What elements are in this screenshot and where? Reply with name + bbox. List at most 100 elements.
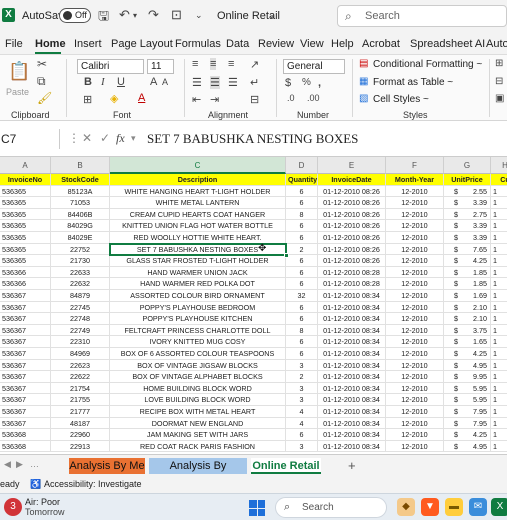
quantity-cell[interactable]: 3: [286, 359, 318, 372]
decrease-indent-icon[interactable]: ⇤: [192, 93, 201, 106]
customer-cell[interactable]: 1: [491, 302, 507, 314]
unit-price-cell[interactable]: $1.65: [444, 336, 491, 348]
invoice-date-cell[interactable]: 01-12-2010 08:34: [318, 371, 386, 383]
description-cell[interactable]: RECIPE BOX WITH METAL HEART: [110, 406, 286, 418]
quantity-cell[interactable]: 3: [286, 382, 318, 395]
description-cell[interactable]: HAND WARMER UNION JACK: [110, 266, 286, 279]
excel-taskbar-icon[interactable]: X: [491, 498, 507, 516]
conditional-formatting-button[interactable]: ▤ Conditional Formatting ~: [359, 58, 499, 73]
sheet-tab-analysis-by-chatgpt[interactable]: Analysis By Chatgpt: [149, 458, 247, 488]
month-year-cell[interactable]: 12-2010: [386, 243, 444, 256]
unit-price-cell[interactable]: $4.25: [444, 255, 491, 267]
month-year-cell[interactable]: 12-2010: [386, 313, 444, 325]
align-middle-icon[interactable]: ≡: [210, 58, 217, 70]
invoice-no-cell[interactable]: 536365: [0, 197, 51, 209]
invoice-no-cell[interactable]: 536365: [0, 255, 51, 267]
underline-icon[interactable]: U: [117, 76, 125, 88]
month-year-cell[interactable]: 12-2010: [386, 290, 444, 302]
customer-cell[interactable]: 1: [491, 418, 507, 430]
description-cell[interactable]: RED COAT RACK PARIS FASHION: [110, 440, 286, 453]
tab-automate[interactable]: Autom: [486, 38, 507, 50]
quantity-cell[interactable]: 6: [286, 313, 318, 325]
month-year-cell[interactable]: 12-2010: [386, 440, 444, 453]
invoice-date-cell[interactable]: 01-12-2010 08:34: [318, 440, 386, 453]
name-box[interactable]: C7: [0, 129, 60, 149]
header-cell[interactable]: Quantity: [286, 174, 318, 186]
invoice-date-cell[interactable]: 01-12-2010 08:28: [318, 278, 386, 290]
invoice-date-cell[interactable]: 01-12-2010 08:34: [318, 324, 386, 337]
column-header-d[interactable]: D: [286, 157, 318, 174]
unit-price-cell[interactable]: $7.95: [444, 417, 491, 430]
unit-price-cell[interactable]: $3.39: [444, 220, 491, 232]
unit-price-cell[interactable]: $1.69: [444, 290, 491, 302]
month-year-cell[interactable]: 12-2010: [386, 371, 444, 383]
description-cell[interactable]: DOORMAT NEW ENGLAND: [110, 417, 286, 430]
quantity-cell[interactable]: 6: [286, 278, 318, 290]
invoice-date-cell[interactable]: 01-12-2010 08:34: [318, 336, 386, 348]
fill-color-icon[interactable]: ◈: [110, 92, 118, 105]
invoice-no-cell[interactable]: 536367: [0, 417, 51, 430]
customer-cell[interactable]: 1: [491, 255, 507, 267]
invoice-no-cell[interactable]: 536365: [0, 243, 51, 256]
customer-cell[interactable]: 1: [491, 348, 507, 360]
invoice-no-cell[interactable]: 536368: [0, 440, 51, 453]
tab-formulas[interactable]: Formulas: [175, 38, 221, 50]
unit-price-cell[interactable]: $1.85: [444, 278, 491, 290]
quantity-cell[interactable]: 32: [286, 290, 318, 302]
font-size-dropdown[interactable]: 11: [147, 59, 174, 74]
invoice-no-cell[interactable]: 536365: [0, 185, 51, 198]
stock-code-cell[interactable]: 71053: [51, 197, 110, 209]
font-color-icon[interactable]: A: [138, 92, 145, 104]
customer-cell[interactable]: 1: [491, 325, 507, 337]
brave-browser-icon[interactable]: ▼: [421, 498, 439, 516]
month-year-cell[interactable]: 12-2010: [386, 301, 444, 314]
column-header-g[interactable]: G: [444, 157, 491, 174]
month-year-cell[interactable]: 12-2010: [386, 429, 444, 441]
bold-icon[interactable]: B: [84, 76, 92, 88]
header-cell[interactable]: Cu: [491, 174, 507, 186]
customer-cell[interactable]: 1: [491, 290, 507, 302]
unit-price-cell[interactable]: $5.95: [444, 394, 491, 406]
description-cell[interactable]: POPPY'S PLAYHOUSE BEDROOM: [110, 301, 286, 314]
customer-cell[interactable]: 1: [491, 429, 507, 441]
invoice-no-cell[interactable]: 536367: [0, 406, 51, 418]
description-cell[interactable]: BOX OF 6 ASSORTED COLOUR TEASPOONS: [110, 348, 286, 360]
weather-alert-icon[interactable]: 3: [4, 498, 22, 516]
month-year-cell[interactable]: 12-2010: [386, 348, 444, 360]
fx-dropdown-icon[interactable]: ▾: [131, 133, 136, 144]
description-cell[interactable]: BOX OF VINTAGE ALPHABET BLOCKS: [110, 371, 286, 383]
unit-price-cell[interactable]: $2.55: [444, 185, 491, 198]
customize-toolbar-icon[interactable]: ⌄: [195, 10, 203, 21]
description-cell[interactable]: BOX OF VINTAGE JIGSAW BLOCKS: [110, 359, 286, 372]
month-year-cell[interactable]: 12-2010: [386, 185, 444, 198]
customer-cell[interactable]: 1: [491, 278, 507, 290]
stock-code-cell[interactable]: 22622: [51, 371, 110, 383]
invoice-date-cell[interactable]: 01-12-2010 08:34: [318, 394, 386, 406]
tab-home[interactable]: Home: [35, 38, 66, 50]
quantity-cell[interactable]: 6: [286, 348, 318, 360]
invoice-date-cell[interactable]: 01-12-2010 08:34: [318, 313, 386, 325]
description-cell[interactable]: HOME BUILDING BLOCK WORD: [110, 382, 286, 395]
header-cell[interactable]: Month-Year: [386, 174, 444, 186]
invoice-date-cell[interactable]: 01-12-2010 08:26: [318, 197, 386, 209]
quantity-cell[interactable]: 6: [286, 255, 318, 267]
month-year-cell[interactable]: 12-2010: [386, 382, 444, 395]
invoice-date-cell[interactable]: 01-12-2010 08:28: [318, 266, 386, 279]
stock-code-cell[interactable]: 22960: [51, 429, 110, 441]
windows-start-icon[interactable]: [249, 500, 265, 516]
month-year-cell[interactable]: 12-2010: [386, 208, 444, 221]
invoice-no-cell[interactable]: 536367: [0, 359, 51, 372]
enter-icon[interactable]: ✓: [100, 131, 110, 145]
stock-code-cell[interactable]: 22632: [51, 278, 110, 290]
column-header-b[interactable]: B: [51, 157, 110, 174]
orientation-icon[interactable]: ↗: [250, 58, 259, 71]
undo-dropdown-icon[interactable]: ▾: [133, 11, 137, 20]
description-cell[interactable]: GLASS STAR FROSTED T-LIGHT HOLDER: [110, 255, 286, 267]
stock-code-cell[interactable]: 21777: [51, 406, 110, 418]
invoice-no-cell[interactable]: 536367: [0, 301, 51, 314]
header-cell[interactable]: UnitPrice: [444, 174, 491, 186]
tab-page-layout[interactable]: Page Layout: [111, 38, 173, 50]
invoice-no-cell[interactable]: 536367: [0, 382, 51, 395]
invoice-date-cell[interactable]: 01-12-2010 08:34: [318, 290, 386, 302]
invoice-no-cell[interactable]: 536366: [0, 266, 51, 279]
